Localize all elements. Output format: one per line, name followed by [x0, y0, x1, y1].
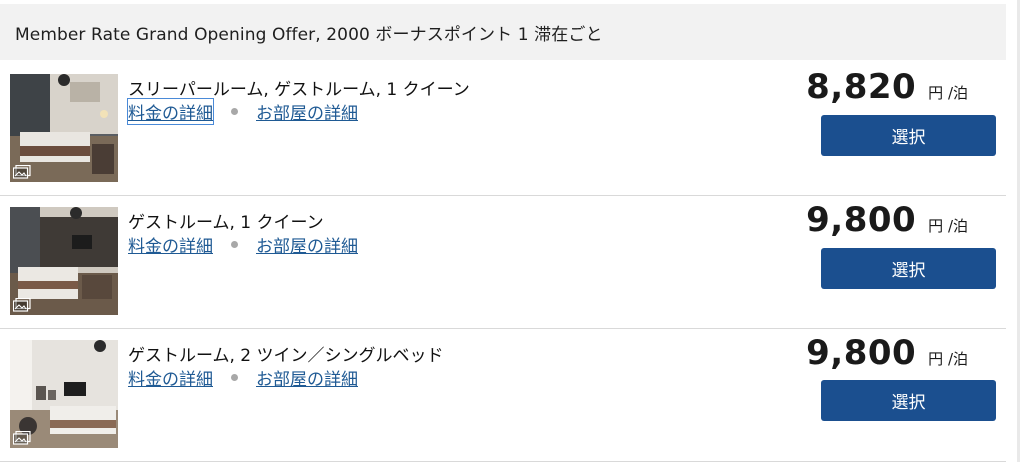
room-photo[interactable] — [10, 207, 118, 315]
room-name: ゲストルーム, 2 ツイン／シングルベッド — [128, 346, 444, 366]
rate-details-link[interactable]: 料金の詳細 — [128, 365, 213, 390]
room-details-link[interactable]: お部屋の詳細 — [256, 365, 358, 390]
room-details-link[interactable]: お部屋の詳細 — [256, 232, 358, 257]
room-price: 9,800 円 /泊 — [806, 200, 968, 240]
room-price: 8,820 円 /泊 — [806, 67, 968, 107]
rate-plan-title: Member Rate Grand Opening Offer, 2000 ボー… — [0, 4, 1006, 60]
room-row: スリーパールーム, ゲストルーム, 1 クイーン 料金の詳細 お部屋の詳細 8,… — [0, 63, 1006, 196]
room-links: 料金の詳細 お部屋の詳細 — [128, 232, 358, 257]
rate-details-link[interactable]: 料金の詳細 — [127, 98, 214, 125]
price-unit: 円 /泊 — [928, 217, 968, 235]
select-button[interactable]: 選択 — [821, 115, 996, 156]
dot-separator — [231, 241, 238, 248]
room-name: ゲストルーム, 1 クイーン — [128, 213, 324, 233]
dot-separator — [231, 108, 238, 115]
dot-separator — [231, 374, 238, 381]
price-amount: 8,820 — [806, 67, 917, 107]
price-unit: 円 /泊 — [928, 350, 968, 368]
price-amount: 9,800 — [806, 200, 917, 240]
photo-gallery-icon — [13, 165, 31, 179]
photo-gallery-icon — [13, 298, 31, 312]
room-row: ゲストルーム, 1 クイーン 料金の詳細 お部屋の詳細 9,800 円 /泊 選… — [0, 196, 1006, 329]
rate-details-link[interactable]: 料金の詳細 — [128, 232, 213, 257]
select-button[interactable]: 選択 — [821, 380, 996, 421]
room-links: 料金の詳細 お部屋の詳細 — [127, 98, 358, 125]
room-photo[interactable] — [10, 74, 118, 182]
room-links: 料金の詳細 お部屋の詳細 — [128, 365, 358, 390]
room-details-link[interactable]: お部屋の詳細 — [256, 99, 358, 124]
photo-gallery-icon — [13, 431, 31, 445]
room-name: スリーパールーム, ゲストルーム, 1 クイーン — [128, 80, 470, 100]
select-button[interactable]: 選択 — [821, 248, 996, 289]
price-amount: 9,800 — [806, 333, 917, 373]
room-price: 9,800 円 /泊 — [806, 333, 968, 373]
room-row: ゲストルーム, 2 ツイン／シングルベッド 料金の詳細 お部屋の詳細 9,800… — [0, 329, 1006, 462]
room-photo[interactable] — [10, 340, 118, 448]
price-unit: 円 /泊 — [928, 84, 968, 102]
room-rate-list: Member Rate Grand Opening Offer, 2000 ボー… — [0, 0, 1020, 462]
